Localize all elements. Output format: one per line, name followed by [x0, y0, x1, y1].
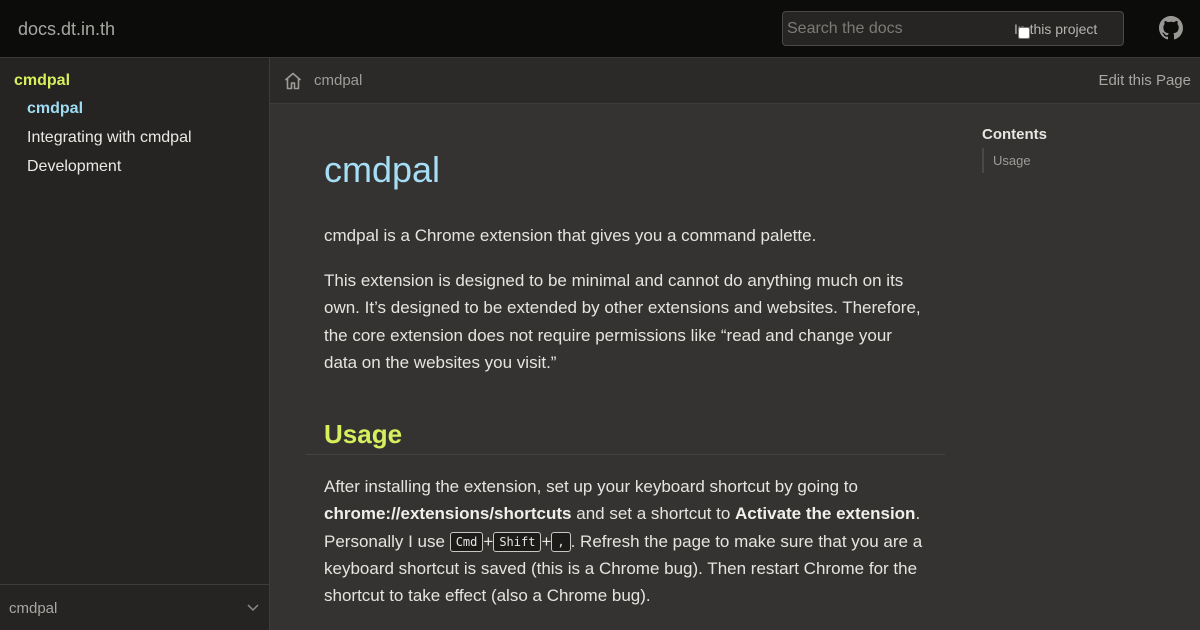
search-input[interactable] [787, 18, 1007, 40]
sidebar-item-integrating[interactable]: Integrating with cmdpal [27, 129, 192, 147]
activate-command-name: Activate the extension [735, 504, 916, 524]
sidebar-root-link[interactable]: cmdpal [14, 72, 70, 90]
project-selector[interactable]: cmdpal [0, 584, 269, 630]
github-icon[interactable] [1159, 16, 1183, 40]
description-paragraph: This extension is designed to be minimal… [324, 271, 921, 372]
page-title: cmdpal [324, 149, 441, 190]
site-title-link[interactable]: docs.dt.in.th [18, 19, 115, 40]
chevron-down-icon [247, 604, 259, 612]
toc-item-usage[interactable]: Usage [993, 148, 1031, 173]
edit-page-link[interactable]: Edit this Page [1098, 72, 1191, 89]
search-box: In this project [782, 11, 1124, 46]
sidebar-item-development[interactable]: Development [27, 158, 121, 176]
usage-heading: Usage [324, 419, 403, 449]
breadcrumb-bar: cmdpal Edit this Page [270, 58, 1200, 104]
top-bar: docs.dt.in.th In this project [0, 0, 1200, 58]
sidebar-item-cmdpal[interactable]: cmdpal [27, 100, 83, 118]
kbd-shift: Shift [493, 531, 542, 552]
section-divider [306, 454, 945, 455]
toc-title: Contents [982, 126, 1047, 143]
toc-list: Usage [982, 148, 1031, 173]
project-scope-toggle[interactable]: In this project [1014, 21, 1097, 39]
intro-paragraph: cmdpal is a Chrome extension that gives … [324, 226, 817, 245]
project-selector-label: cmdpal [9, 600, 58, 617]
sidebar: cmdpal cmdpal Integrating with cmdpal De… [0, 58, 270, 630]
kbd-cmd: Cmd [449, 531, 484, 552]
usage-paragraph: After installing the extension, set up y… [324, 477, 923, 606]
home-icon[interactable] [283, 71, 303, 91]
project-scope-checkbox[interactable] [1018, 27, 1030, 39]
breadcrumb-current: cmdpal [314, 72, 363, 89]
shortcuts-url: chrome://extensions/shortcuts [324, 504, 572, 524]
kbd-comma: , [551, 531, 571, 552]
